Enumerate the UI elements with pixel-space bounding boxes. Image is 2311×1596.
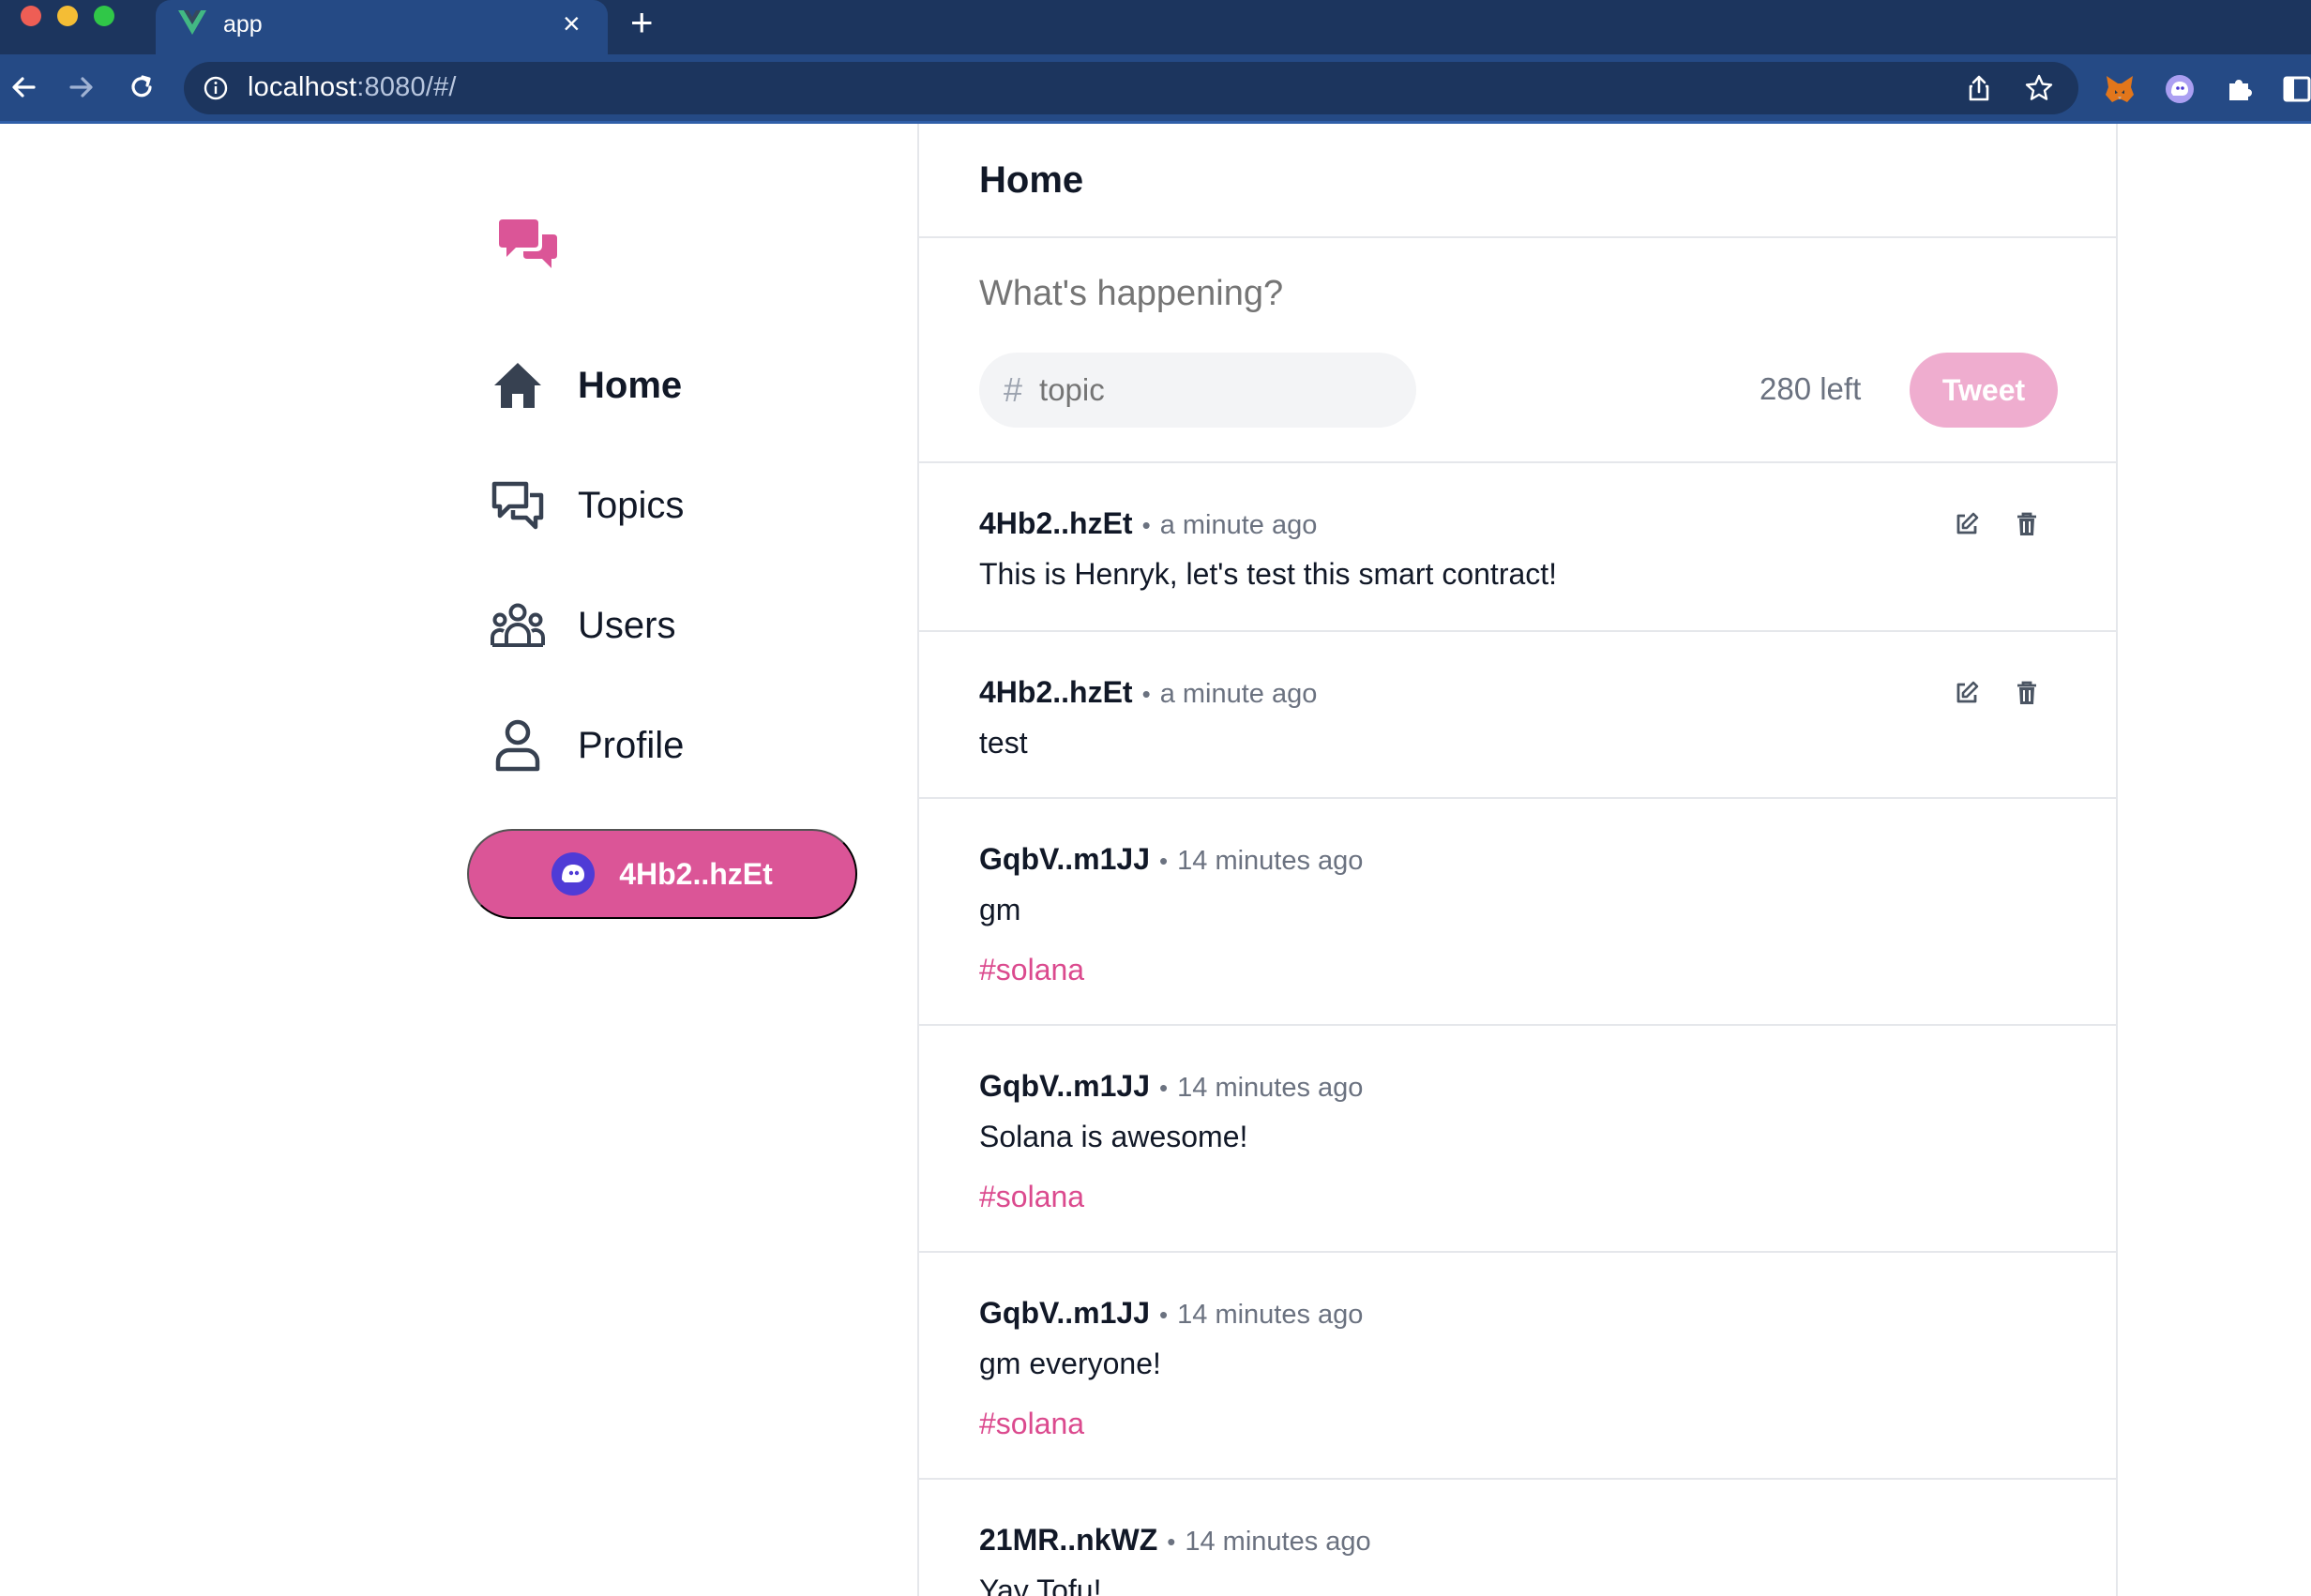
page-title: Home bbox=[979, 158, 1084, 201]
metamask-extension-icon[interactable] bbox=[2104, 73, 2136, 105]
edit-icon[interactable] bbox=[1951, 677, 1983, 709]
meta-separator: • bbox=[1141, 680, 1151, 708]
meta-separator: • bbox=[1141, 511, 1151, 539]
tab-title: app bbox=[223, 11, 263, 38]
user-icon bbox=[490, 717, 546, 774]
tweet-button[interactable]: Tweet bbox=[1910, 353, 2058, 428]
tweet-time[interactable]: 14 minutes ago bbox=[1185, 1527, 1370, 1558]
characters-left-counter: 280 left bbox=[1760, 371, 1862, 406]
meta-separator: • bbox=[1159, 1301, 1169, 1329]
window-zoom-dot[interactable] bbox=[94, 6, 114, 26]
tweet-meta: 4Hb2..hzEt • a minute ago bbox=[979, 506, 1317, 541]
home-icon bbox=[490, 357, 546, 414]
tweet-card: 21MR..nkWZ • 14 minutes ago Yay Tofu! bbox=[919, 1480, 2116, 1596]
tweet-card: GqbV..m1JJ • 14 minutes ago gm #solana bbox=[919, 799, 2116, 1026]
phantom-extension-icon[interactable] bbox=[2164, 73, 2196, 105]
tweet-content-input[interactable] bbox=[979, 274, 2011, 314]
tweet-author[interactable]: 4Hb2..hzEt bbox=[979, 675, 1133, 710]
tab-close-icon[interactable]: × bbox=[563, 7, 581, 40]
window-close-dot[interactable] bbox=[21, 6, 41, 26]
edit-icon[interactable] bbox=[1951, 508, 1983, 540]
tweet-content: This is Henryk, let's test this smart co… bbox=[979, 557, 1558, 591]
tweet-author[interactable]: GqbV..m1JJ bbox=[979, 1296, 1150, 1331]
new-tab-icon[interactable]: + bbox=[630, 2, 654, 43]
tweet-card: 4Hb2..hzEt • a minute ago test bbox=[919, 632, 2116, 799]
chat-bubbles-icon bbox=[490, 477, 546, 534]
bookmark-star-icon[interactable] bbox=[2024, 73, 2054, 103]
tweet-topic-link[interactable]: #solana bbox=[979, 953, 1084, 987]
phantom-wallet-icon bbox=[551, 852, 596, 896]
sidebar-item-users[interactable]: Users bbox=[490, 593, 675, 658]
address-bar[interactable]: localhost:8080/#/ bbox=[184, 62, 2078, 114]
sidebar-item-label: Home bbox=[578, 364, 683, 406]
tweet-composer: # 280 left Tweet bbox=[919, 238, 2116, 463]
users-icon bbox=[490, 597, 546, 654]
sidebar: Home Topics Users Profile 4Hb2..hzEt bbox=[467, 124, 917, 1596]
tweet-content: Solana is awesome! bbox=[979, 1120, 1248, 1153]
tweet-author[interactable]: 4Hb2..hzEt bbox=[979, 506, 1133, 541]
browser-toolbar: localhost:8080/#/ bbox=[0, 54, 2311, 124]
sidebar-item-profile[interactable]: Profile bbox=[490, 713, 684, 778]
tweet-card: GqbV..m1JJ • 14 minutes ago gm everyone!… bbox=[919, 1253, 2116, 1480]
side-panel-icon[interactable] bbox=[2281, 73, 2311, 105]
tweet-card: 4Hb2..hzEt • a minute ago This is Henryk… bbox=[919, 463, 2116, 632]
trash-icon[interactable] bbox=[2011, 508, 2043, 540]
app-logo-chat-icon[interactable] bbox=[495, 216, 561, 276]
vue-favicon-icon bbox=[178, 10, 206, 35]
tweet-time[interactable]: a minute ago bbox=[1160, 510, 1318, 541]
feed-header: Home bbox=[919, 124, 2116, 238]
tweet-topic-link[interactable]: #solana bbox=[979, 1407, 1084, 1441]
tweet-content: gm everyone! bbox=[979, 1347, 1161, 1380]
tweet-time[interactable]: 14 minutes ago bbox=[1177, 1300, 1363, 1331]
trash-icon[interactable] bbox=[2011, 677, 2043, 709]
tweet-meta: GqbV..m1JJ • 14 minutes ago bbox=[979, 1296, 1363, 1331]
hash-icon: # bbox=[1004, 370, 1023, 409]
forward-arrow-icon[interactable] bbox=[64, 69, 99, 105]
wallet-address-label: 4Hb2..hzEt bbox=[619, 856, 773, 891]
tweet-author[interactable]: 21MR..nkWZ bbox=[979, 1523, 1157, 1558]
reload-icon[interactable] bbox=[124, 69, 159, 105]
topic-field[interactable]: # bbox=[979, 353, 1416, 428]
tweet-actions bbox=[1951, 508, 2071, 540]
main-feed: Home # 280 left Tweet 4Hb2..hzEt • a min… bbox=[917, 124, 2118, 1596]
tweet-author[interactable]: GqbV..m1JJ bbox=[979, 842, 1150, 877]
sidebar-item-topics[interactable]: Topics bbox=[490, 473, 684, 538]
tweet-author[interactable]: GqbV..m1JJ bbox=[979, 1069, 1150, 1104]
sidebar-item-label: Users bbox=[578, 604, 676, 646]
window-minimize-dot[interactable] bbox=[57, 6, 78, 26]
share-icon[interactable] bbox=[1964, 73, 1994, 103]
tweet-time[interactable]: a minute ago bbox=[1160, 679, 1318, 710]
tweet-content: Yay Tofu! bbox=[979, 1573, 1102, 1596]
tweet-meta: GqbV..m1JJ • 14 minutes ago bbox=[979, 842, 1363, 877]
tweet-content: gm bbox=[979, 893, 1021, 926]
tweet-time[interactable]: 14 minutes ago bbox=[1177, 1073, 1363, 1104]
back-arrow-icon[interactable] bbox=[6, 69, 41, 105]
wallet-button[interactable]: 4Hb2..hzEt bbox=[467, 829, 857, 919]
tweet-actions bbox=[1951, 677, 2071, 709]
tweet-meta: 4Hb2..hzEt • a minute ago bbox=[979, 675, 1317, 710]
tweet-topic-link[interactable]: #solana bbox=[979, 1180, 1084, 1214]
topic-input[interactable] bbox=[1039, 372, 1378, 408]
site-info-icon[interactable] bbox=[203, 75, 229, 101]
browser-tab-strip: app × + bbox=[0, 0, 2311, 54]
url-text: localhost:8080/#/ bbox=[248, 72, 457, 102]
tweet-content: test bbox=[979, 726, 1028, 760]
sidebar-item-home[interactable]: Home bbox=[490, 353, 682, 418]
browser-tab-app[interactable]: app × bbox=[156, 0, 608, 54]
tweet-card: GqbV..m1JJ • 14 minutes ago Solana is aw… bbox=[919, 1026, 2116, 1253]
sidebar-item-label: Profile bbox=[578, 724, 685, 766]
tweet-time[interactable]: 14 minutes ago bbox=[1177, 846, 1363, 877]
tweet-meta: GqbV..m1JJ • 14 minutes ago bbox=[979, 1069, 1363, 1104]
meta-separator: • bbox=[1167, 1528, 1176, 1556]
extensions-puzzle-icon[interactable] bbox=[2223, 73, 2255, 105]
meta-separator: • bbox=[1159, 1074, 1169, 1102]
tweet-meta: 21MR..nkWZ • 14 minutes ago bbox=[979, 1523, 1371, 1558]
sidebar-item-label: Topics bbox=[578, 484, 685, 526]
meta-separator: • bbox=[1159, 847, 1169, 875]
